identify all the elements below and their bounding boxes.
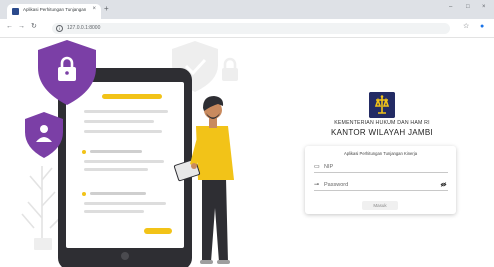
id-card-icon: ▭ xyxy=(314,164,320,170)
login-panel: KEMENTERIAN HUKUM DAN HAM RI KANTOR WILA… xyxy=(270,38,494,267)
plant-pot xyxy=(34,238,52,250)
minimize-button[interactable]: – xyxy=(449,4,452,10)
bookmark-star-icon[interactable]: ☆ xyxy=(463,23,469,31)
phone-home-button xyxy=(121,252,129,260)
phone-screen xyxy=(66,82,184,248)
background-lock-icon xyxy=(222,57,238,81)
login-illustration xyxy=(21,40,238,267)
plant-decoration xyxy=(21,166,63,238)
site-info-icon[interactable]: i xyxy=(56,24,63,32)
password-field[interactable]: ⊸ xyxy=(314,179,448,191)
password-input[interactable] xyxy=(324,180,434,190)
login-page: KEMENTERIAN HUKUM DAN HAM RI KANTOR WILA… xyxy=(0,38,494,267)
forward-button[interactable]: → xyxy=(18,23,25,31)
maximize-button[interactable]: □ xyxy=(466,4,470,10)
browser-tab[interactable]: Aplikasi Perhitungan Tunjangan × xyxy=(7,4,101,19)
back-button[interactable]: ← xyxy=(6,23,13,31)
close-window-button[interactable]: × xyxy=(482,4,486,10)
login-form: Aplikasi Perhitungan Tunjangan Kinerja ▭… xyxy=(305,146,456,214)
nip-input[interactable] xyxy=(324,162,434,172)
screen-yellow-button xyxy=(144,228,172,234)
profile-avatar-icon[interactable]: ● xyxy=(480,23,484,31)
reload-button[interactable]: ↻ xyxy=(31,23,37,31)
address-url[interactable]: 127.0.0.1:8000 xyxy=(67,25,100,31)
screen-bullet xyxy=(82,192,86,196)
user-shield-shape xyxy=(25,112,63,158)
person-legs xyxy=(202,178,228,262)
login-title: Aplikasi Perhitungan Tunjangan Kinerja xyxy=(343,151,418,156)
toggle-password-visibility-icon[interactable] xyxy=(440,182,447,187)
address-bar[interactable]: i 127.0.0.1:8000 xyxy=(52,23,450,34)
browser-toolbar: ← → ↻ i 127.0.0.1:8000 ☆ ● xyxy=(0,19,494,38)
browser-tab-bar: Aplikasi Perhitungan Tunjangan × + – □ × xyxy=(0,0,494,19)
key-icon: ⊸ xyxy=(314,182,320,188)
ministry-emblem-icon xyxy=(369,92,395,118)
nip-field[interactable]: ▭ xyxy=(314,161,448,173)
person-shoe xyxy=(200,260,213,264)
login-submit-button[interactable]: Masuk xyxy=(362,201,398,210)
person-shoe xyxy=(217,260,230,264)
new-tab-button[interactable]: + xyxy=(104,5,109,13)
tab-close-icon[interactable]: × xyxy=(92,6,96,12)
office-name: KANTOR WILAYAH JAMBI xyxy=(330,128,433,137)
screen-bullet xyxy=(82,150,86,154)
screen-yellow-bar xyxy=(102,94,162,99)
favicon-icon xyxy=(12,8,19,15)
org-name: KEMENTERIAN HUKUM DAN HAM RI xyxy=(334,120,430,126)
tab-title: Aplikasi Perhitungan Tunjangan xyxy=(23,7,87,12)
person-shirt xyxy=(196,126,234,180)
